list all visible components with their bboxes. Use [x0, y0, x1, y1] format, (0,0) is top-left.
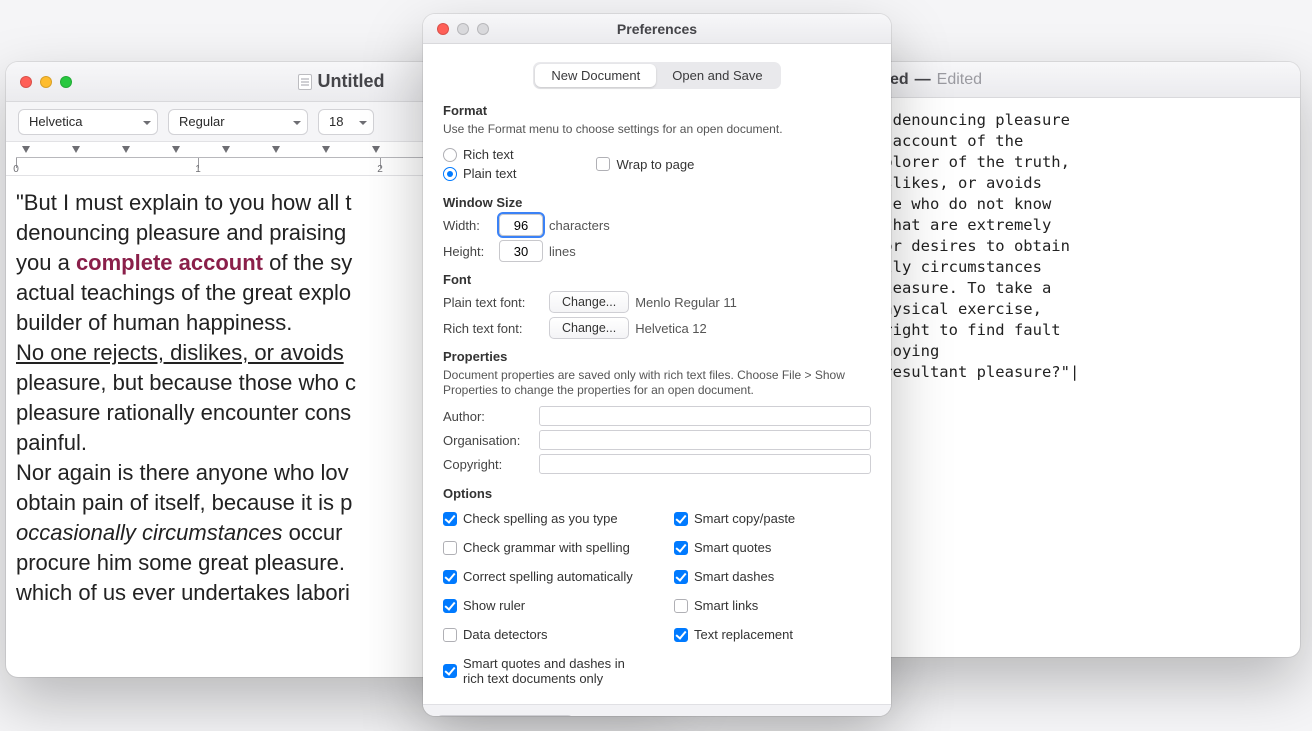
check-grammar-checkbox[interactable]	[443, 541, 457, 555]
plain-font-current: Menlo Regular 11	[635, 295, 737, 310]
preferences-window: Preferences New Document Open and Save F…	[423, 14, 891, 716]
window-title: ed	[890, 71, 909, 89]
close-icon[interactable]	[437, 23, 449, 35]
tab-stop-icon[interactable]	[220, 146, 228, 154]
tab-stop-icon[interactable]	[20, 146, 28, 154]
rich-font-current: Helvetica 12	[635, 321, 707, 336]
format-hint: Use the Format menu to choose settings f…	[443, 122, 871, 137]
width-field[interactable]	[499, 214, 543, 236]
properties-hint: Document properties are saved only with …	[443, 368, 871, 398]
minimize-icon	[457, 23, 469, 35]
close-icon[interactable]	[20, 76, 32, 88]
tab-stop-icon[interactable]	[320, 146, 328, 154]
smart-dashes-checkbox[interactable]	[674, 570, 688, 584]
change-rich-font-button[interactable]: Change...	[549, 317, 629, 339]
tab-stop-icon[interactable]	[270, 146, 278, 154]
font-size-select[interactable]: 18	[318, 109, 374, 135]
tab-stop-icon[interactable]	[70, 146, 78, 154]
smart-copy-paste-checkbox[interactable]	[674, 512, 688, 526]
format-heading: Format	[443, 103, 871, 118]
data-detectors-checkbox[interactable]	[443, 628, 457, 642]
height-field[interactable]	[499, 240, 543, 262]
minimize-icon[interactable]	[40, 76, 52, 88]
smart-links-checkbox[interactable]	[674, 599, 688, 613]
prefs-tabs: New Document Open and Save	[533, 62, 780, 89]
highlighted-text: complete account	[76, 250, 263, 275]
properties-heading: Properties	[443, 349, 871, 364]
prefs-title: Preferences	[423, 21, 891, 37]
tab-stop-icon[interactable]	[170, 146, 178, 154]
zoom-icon	[477, 23, 489, 35]
check-spelling-checkbox[interactable]	[443, 512, 457, 526]
radio-rich-text[interactable]	[443, 148, 457, 162]
font-family-select[interactable]: Helvetica	[18, 109, 158, 135]
change-plain-font-button[interactable]: Change...	[549, 291, 629, 313]
zoom-icon[interactable]	[60, 76, 72, 88]
tab-stop-icon[interactable]	[370, 146, 378, 154]
text-replacement-checkbox[interactable]	[674, 628, 688, 642]
smart-quotes-checkbox[interactable]	[674, 541, 688, 555]
correct-automatically-checkbox[interactable]	[443, 570, 457, 584]
radio-plain-text[interactable]	[443, 167, 457, 181]
tab-stop-icon[interactable]	[120, 146, 128, 154]
font-style-select[interactable]: Regular	[168, 109, 308, 135]
smart-rich-only-checkbox[interactable]	[443, 664, 457, 678]
copyright-field[interactable]	[539, 454, 871, 474]
titlebar[interactable]: Preferences	[423, 14, 891, 44]
wrap-to-page-checkbox[interactable]	[596, 157, 610, 171]
show-ruler-checkbox[interactable]	[443, 599, 457, 613]
author-field[interactable]	[539, 406, 871, 426]
restore-defaults-button[interactable]: Restore All Defaults	[437, 715, 573, 716]
options-heading: Options	[443, 486, 871, 501]
edited-label: Edited	[937, 71, 982, 89]
window-size-heading: Window Size	[443, 195, 871, 210]
window-title: Untitled	[318, 71, 385, 92]
organisation-field[interactable]	[539, 430, 871, 450]
font-heading: Font	[443, 272, 871, 287]
document-icon	[298, 74, 312, 90]
tab-new-document[interactable]: New Document	[535, 64, 656, 87]
tab-open-and-save[interactable]: Open and Save	[656, 64, 778, 87]
